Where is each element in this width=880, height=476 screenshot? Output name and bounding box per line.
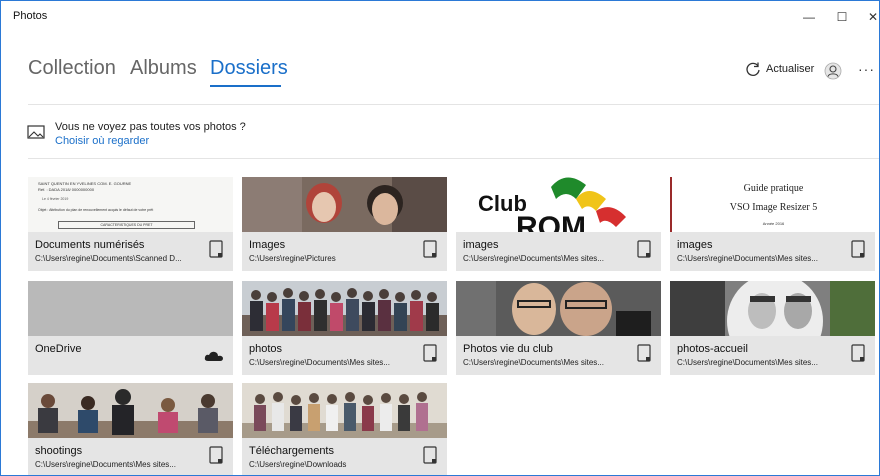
top-navigation: Collection Albums Dossiers Actualiser ··… (1, 53, 879, 93)
folder-caption: OneDrive (28, 336, 233, 375)
folder-path: C:\Users\regine\Pictures (249, 254, 336, 263)
title-bar: Photos — ☐ ✕ (1, 1, 879, 33)
thumb-text: VSO Image Resizer 5 (729, 202, 818, 213)
folder-path: C:\Users\regine\Downloads (249, 460, 347, 469)
folder-path: C:\Users\regine\Documents\Scanned D... (35, 254, 182, 263)
folder-name: OneDrive (35, 343, 82, 355)
folder-path: C:\Users\regine\Documents\Mes sites... (463, 254, 604, 263)
device-icon (209, 240, 223, 258)
meeting-photo (28, 383, 233, 438)
more-options-button[interactable]: ··· (858, 61, 875, 77)
folder-name: photos-accueil (677, 343, 748, 355)
thumb-text: Année 2016 (762, 221, 785, 226)
folder-caption: images C:\Users\regine\Documents\Mes sit… (456, 232, 661, 271)
folder-caption: Photos vie du club C:\Users\regine\Docum… (456, 336, 661, 375)
tab-dossiers[interactable]: Dossiers (210, 53, 288, 83)
folder-tile-telechargements[interactable]: Téléchargements C:\Users\regine\Download… (242, 383, 447, 475)
minimize-button[interactable]: — (799, 7, 819, 27)
folder-tile-photos-vie-du-club[interactable]: Photos vie du club C:\Users\regine\Docum… (456, 281, 661, 375)
device-icon (209, 446, 223, 464)
folder-name: Téléchargements (249, 445, 334, 457)
refresh-button[interactable]: Actualiser (745, 61, 814, 77)
thumb-text: Le 4 février 2019 (42, 197, 69, 201)
folder-tile-images-guide[interactable]: Guide pratique VSO Image Resizer 5 Année… (670, 177, 875, 271)
app-title: Photos (13, 10, 48, 22)
folder-thumbnail (242, 177, 447, 232)
close-button[interactable]: ✕ (863, 7, 879, 27)
folder-path: C:\Users\regine\Documents\Mes sites... (249, 358, 390, 367)
device-icon (423, 446, 437, 464)
thumb-text: ROM (516, 211, 586, 232)
choose-location-link[interactable]: Choisir où regarder (55, 135, 149, 147)
folder-name: photos (249, 343, 283, 355)
folder-thumbnail (242, 383, 447, 438)
folder-thumbnail (28, 281, 233, 336)
device-icon (851, 344, 865, 362)
account-icon[interactable] (824, 62, 842, 80)
folder-name: shootings (35, 445, 83, 457)
folder-caption: Documents numérisés C:\Users\regine\Docu… (28, 232, 233, 271)
refresh-icon (746, 62, 760, 76)
folder-tile-onedrive[interactable]: OneDrive (28, 281, 233, 375)
folder-name: Images (249, 239, 286, 251)
maximize-button[interactable]: ☐ (832, 7, 852, 27)
folder-caption: photos-accueil C:\Users\regine\Documents… (670, 336, 875, 375)
folder-thumbnail (242, 281, 447, 336)
thumb-text: CARACTERISTIQUES DU PRET (58, 221, 195, 229)
thumb-text: Objet : Attribution du plan de renouvell… (38, 208, 154, 212)
device-icon (423, 344, 437, 362)
refresh-label: Actualiser (766, 63, 815, 75)
folder-caption: Téléchargements C:\Users\regine\Download… (242, 438, 447, 475)
tab-collection[interactable]: Collection (28, 53, 116, 83)
folder-tile-photos[interactable]: photos C:\Users\regine\Documents\Mes sit… (242, 281, 447, 375)
folder-thumbnail (670, 281, 875, 336)
device-icon (637, 240, 651, 258)
tab-albums[interactable]: Albums (130, 53, 197, 83)
folder-thumbnail (28, 383, 233, 438)
thumb-text: SAINT QUENTIN EN YVELINES COM. E. GOURNE (38, 181, 132, 186)
folder-tile-photos-accueil[interactable]: photos-accueil C:\Users\regine\Documents… (670, 281, 875, 375)
device-icon (637, 344, 651, 362)
active-tab-indicator (210, 85, 281, 87)
folder-caption: shootings C:\Users\regine\Documents\Mes … (28, 438, 233, 475)
folder-name: Photos vie du club (463, 343, 553, 355)
folder-thumbnail: SAINT QUENTIN EN YVELINES COM. E. GOURNE… (28, 177, 233, 232)
folder-tile-images-pictures[interactable]: Images C:\Users\regine\Pictures (242, 177, 447, 271)
divider (28, 158, 879, 159)
group-photo (242, 383, 447, 438)
folder-thumbnail (456, 281, 661, 336)
photo-two-people (242, 177, 447, 232)
photos-window: Photos — ☐ ✕ Collection Albums Dossiers … (0, 0, 880, 476)
folder-caption: Images C:\Users\regine\Pictures (242, 232, 447, 271)
collage-photo (670, 281, 875, 336)
device-icon (851, 240, 865, 258)
notice-text: Vous ne voyez pas toutes vos photos ? (55, 121, 246, 133)
folder-caption: images C:\Users\regine\Documents\Mes sit… (670, 232, 875, 271)
folder-name: images (677, 239, 713, 251)
folder-tile-images-club[interactable]: Club ROM images C:\Users\regine\Document… (456, 177, 661, 271)
folder-name: Documents numérisés (35, 239, 145, 251)
two-people-photo (456, 281, 661, 336)
folder-tile-shootings[interactable]: shootings C:\Users\regine\Documents\Mes … (28, 383, 233, 475)
folder-path: C:\Users\regine\Documents\Mes sites... (677, 254, 818, 263)
thumb-text: Guide pratique (743, 183, 804, 194)
group-photo (242, 281, 447, 336)
device-icon (423, 240, 437, 258)
folder-thumbnail: Club ROM (456, 177, 661, 232)
folder-path: C:\Users\regine\Documents\Mes sites... (35, 460, 176, 469)
folder-path: C:\Users\regine\Documents\Mes sites... (463, 358, 604, 367)
folder-path: C:\Users\regine\Documents\Mes sites... (677, 358, 818, 367)
folder-thumbnail: Guide pratique VSO Image Resizer 5 Année… (670, 177, 875, 232)
folder-tile-documents-numerises[interactable]: SAINT QUENTIN EN YVELINES COM. E. GOURNE… (28, 177, 233, 271)
folder-caption: photos C:\Users\regine\Documents\Mes sit… (242, 336, 447, 375)
divider (28, 104, 879, 105)
photo-missing-icon (27, 125, 45, 139)
folder-name: images (463, 239, 499, 251)
cloud-icon (204, 351, 223, 361)
thumb-text: Réf. : DADA 2018/ 0000000000 (38, 187, 95, 192)
